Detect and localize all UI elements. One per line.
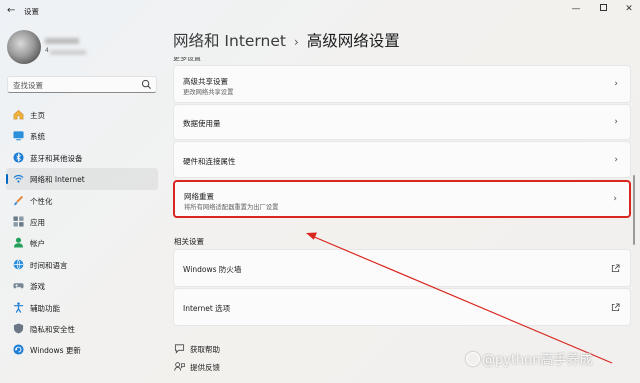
annotation-arrow xyxy=(306,232,613,364)
watermark-text: @python高手养成 xyxy=(482,353,593,368)
watermark-logo-icon xyxy=(466,352,480,366)
watermark: @python高手养成 xyxy=(466,349,592,368)
